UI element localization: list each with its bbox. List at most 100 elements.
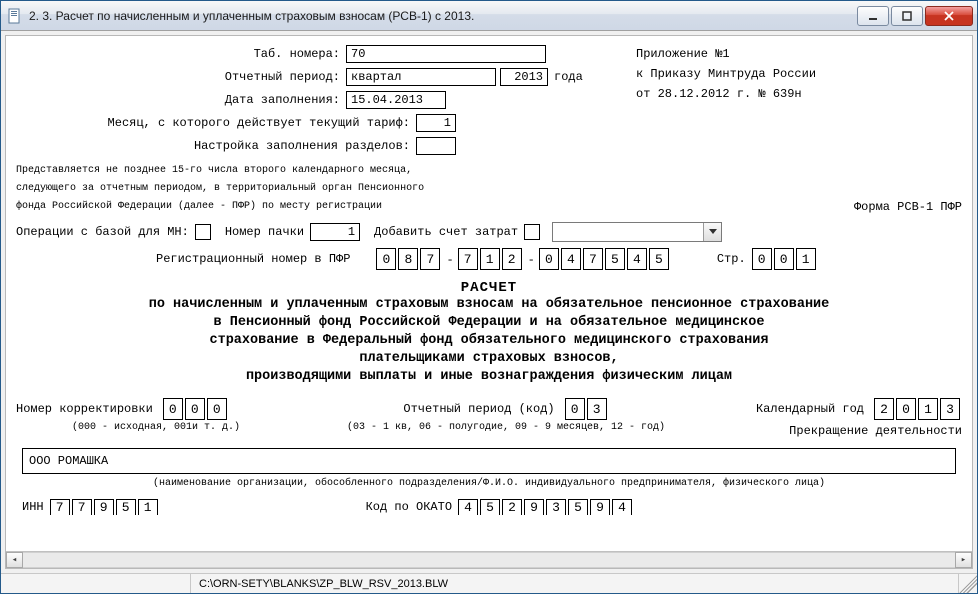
scroll-track[interactable] bbox=[23, 552, 955, 568]
digit-box[interactable]: 1 bbox=[918, 398, 938, 420]
correction-boxes[interactable]: 000 bbox=[163, 398, 229, 420]
cost-account-combo[interactable] bbox=[552, 222, 722, 242]
horizontal-scrollbar[interactable]: ◂ ▸ bbox=[6, 551, 972, 568]
correction-label: Номер корректировки bbox=[16, 402, 153, 416]
fill-date-label: Дата заполнения: bbox=[16, 93, 346, 107]
year-boxes[interactable]: 2013 bbox=[874, 398, 962, 420]
dropdown-icon[interactable] bbox=[703, 223, 721, 241]
digit-box[interactable]: 4 bbox=[458, 499, 478, 515]
digit-box[interactable]: 9 bbox=[590, 499, 610, 515]
digit-box[interactable]: 5 bbox=[116, 499, 136, 515]
scroll-left-icon[interactable]: ◂ bbox=[6, 552, 23, 568]
inn-boxes[interactable]: 77951 bbox=[50, 499, 160, 515]
sections-setup-input[interactable] bbox=[416, 137, 456, 155]
combo-value bbox=[553, 223, 703, 241]
digit-box[interactable]: 1 bbox=[138, 499, 158, 515]
resize-grip-icon[interactable] bbox=[959, 575, 977, 593]
tab-number-label: Таб. номера: bbox=[16, 47, 346, 61]
digit-box[interactable]: 0 bbox=[539, 248, 559, 270]
digit-box[interactable]: 5 bbox=[649, 248, 669, 270]
digit-box[interactable]: 7 bbox=[458, 248, 478, 270]
pfr-reg-boxes[interactable]: 087-712-047545 bbox=[376, 248, 670, 270]
tab-number-input[interactable]: 70 bbox=[346, 45, 546, 63]
db-ops-checkbox[interactable] bbox=[195, 224, 211, 240]
digit-box[interactable]: 0 bbox=[774, 248, 794, 270]
inn-label: ИНН bbox=[22, 500, 44, 514]
digit-box[interactable]: 7 bbox=[72, 499, 92, 515]
digit-box[interactable]: 0 bbox=[376, 248, 396, 270]
maximize-button[interactable] bbox=[891, 6, 923, 26]
appendix-line: от 28.12.2012 г. № 639н bbox=[636, 84, 816, 104]
digit-box[interactable]: 2 bbox=[874, 398, 894, 420]
digit-box[interactable]: 5 bbox=[568, 499, 588, 515]
digit-box[interactable]: 7 bbox=[420, 248, 440, 270]
digit-box[interactable]: 2 bbox=[502, 248, 522, 270]
digit-box[interactable]: 3 bbox=[940, 398, 960, 420]
digit-box[interactable]: 0 bbox=[896, 398, 916, 420]
client-area: Приложение №1 к Приказу Минтруда России … bbox=[5, 35, 973, 569]
report-period-hint: (03 - 1 кв, 06 - полугодие, 09 - 9 месяц… bbox=[336, 422, 676, 433]
add-cost-checkbox[interactable] bbox=[524, 224, 540, 240]
digit-box[interactable]: 1 bbox=[480, 248, 500, 270]
titlebar[interactable]: 2. 3. Расчет по начисленным и уплаченным… bbox=[1, 1, 977, 31]
organization-input[interactable]: ООО РОМАШКА bbox=[22, 448, 956, 474]
period-year-input[interactable]: 2013 bbox=[500, 68, 548, 86]
digit-box[interactable]: 9 bbox=[524, 499, 544, 515]
report-period-boxes[interactable]: 03 bbox=[565, 398, 609, 420]
digit-box[interactable]: 2 bbox=[502, 499, 522, 515]
digit-box[interactable]: 8 bbox=[398, 248, 418, 270]
app-icon bbox=[7, 8, 23, 24]
submission-note: Представляется не позднее 15-го числа вт… bbox=[16, 162, 962, 216]
digit-box[interactable]: 3 bbox=[546, 499, 566, 515]
organization-caption: (наименование организации, обособленного… bbox=[16, 478, 962, 489]
db-ops-label: Операции с базой для МН: bbox=[16, 225, 189, 239]
period-input[interactable]: квартал bbox=[346, 68, 496, 86]
digit-box[interactable]: 0 bbox=[207, 398, 227, 420]
app-window: 2. 3. Расчет по начисленным и уплаченным… bbox=[0, 0, 978, 594]
tariff-month-input[interactable]: 1 bbox=[416, 114, 456, 132]
add-cost-label: Добавить счет затрат bbox=[374, 225, 518, 239]
digit-box[interactable]: 4 bbox=[612, 499, 632, 515]
status-cell-empty bbox=[1, 574, 191, 593]
termination-label: Прекращение деятельности bbox=[716, 424, 962, 438]
close-button[interactable] bbox=[925, 6, 973, 26]
digit-box[interactable]: 7 bbox=[583, 248, 603, 270]
status-file-path: C:\ORN-SETY\BLANKS\ZP_BLW_RSV_2013.BLW bbox=[191, 574, 959, 593]
digit-box[interactable]: 7 bbox=[50, 499, 70, 515]
page-label: Стр. bbox=[717, 252, 746, 266]
scroll-right-icon[interactable]: ▸ bbox=[955, 552, 972, 568]
digit-box[interactable]: 3 bbox=[587, 398, 607, 420]
window-title: 2. 3. Расчет по начисленным и уплаченным… bbox=[29, 9, 857, 23]
digit-box[interactable]: 0 bbox=[752, 248, 772, 270]
okato-boxes[interactable]: 45293594 bbox=[458, 499, 634, 515]
digit-box[interactable]: 4 bbox=[627, 248, 647, 270]
tariff-month-label: Месяц, с которого действует текущий тари… bbox=[16, 116, 416, 130]
pfr-reg-label: Регистрационный номер в ПФР bbox=[156, 252, 350, 266]
digit-box[interactable]: 9 bbox=[94, 499, 114, 515]
appendix-info: Приложение №1 к Приказу Минтруда России … bbox=[636, 44, 816, 104]
form-description: по начисленным и уплаченным страховым вз… bbox=[16, 296, 962, 386]
appendix-line: к Приказу Минтруда России bbox=[636, 64, 816, 84]
appendix-line: Приложение №1 bbox=[636, 44, 816, 64]
sections-setup-label: Настройка заполнения разделов: bbox=[16, 139, 416, 153]
digit-box[interactable]: 5 bbox=[605, 248, 625, 270]
minimize-button[interactable] bbox=[857, 6, 889, 26]
digit-box[interactable]: 0 bbox=[185, 398, 205, 420]
pack-number-input[interactable]: 1 bbox=[310, 223, 360, 241]
digit-box[interactable]: 0 bbox=[565, 398, 585, 420]
period-label: Отчетный период: bbox=[16, 70, 346, 84]
page-boxes[interactable]: 001 bbox=[752, 248, 818, 270]
digit-box[interactable]: 1 bbox=[796, 248, 816, 270]
correction-hint: (000 - исходная, 001и т. д.) bbox=[16, 422, 296, 433]
form-code: Форма РСВ-1 ПФР bbox=[854, 198, 962, 216]
okato-label: Код по ОКАТО bbox=[366, 500, 452, 514]
period-year-suffix: года bbox=[554, 70, 583, 84]
statusbar: C:\ORN-SETY\BLANKS\ZP_BLW_RSV_2013.BLW bbox=[1, 573, 977, 593]
fill-date-input[interactable]: 15.04.2013 bbox=[346, 91, 446, 109]
pack-number-label: Номер пачки bbox=[225, 225, 304, 239]
digit-box[interactable]: 5 bbox=[480, 499, 500, 515]
digit-box[interactable]: 0 bbox=[163, 398, 183, 420]
digit-box[interactable]: 4 bbox=[561, 248, 581, 270]
year-label: Календарный год bbox=[756, 402, 864, 416]
form-title: РАСЧЕТ bbox=[16, 280, 962, 296]
